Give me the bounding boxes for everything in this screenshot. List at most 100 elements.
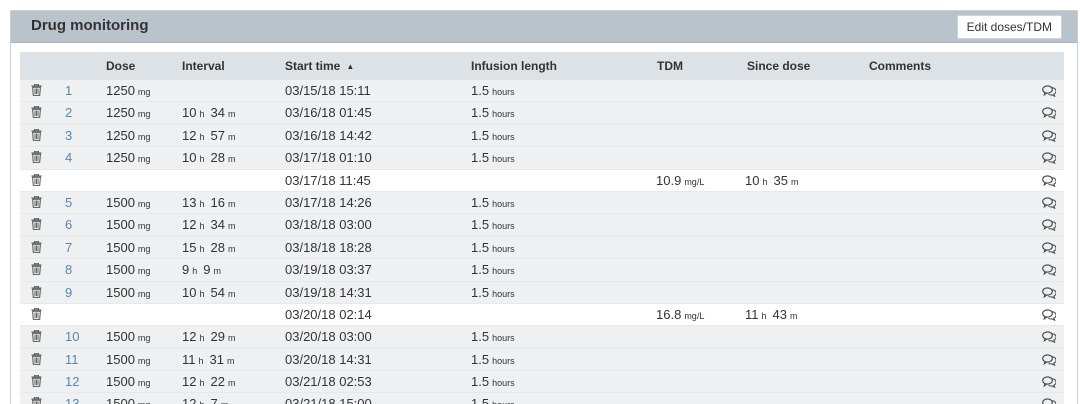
dose-number-link[interactable]: 3 [65, 128, 72, 143]
infusion-unit: hours [492, 131, 515, 142]
infusion-amount: 1.5 [471, 127, 490, 143]
tdm-level: 10.9 [656, 172, 682, 188]
edit-doses-tdm-button[interactable]: Edit doses/TDM [956, 15, 1062, 39]
tdm-value: 10.9 mg/L [656, 173, 710, 188]
dose-value: 1500mg [106, 195, 156, 210]
comment-icon[interactable] [1042, 354, 1057, 369]
interval-minutes: 31 [209, 351, 224, 367]
comment-icon[interactable] [1042, 219, 1057, 234]
interval-minutes: 34 [210, 217, 225, 233]
col-since-dose[interactable]: Since dose [747, 59, 810, 73]
dose-unit: mg [137, 355, 151, 366]
trash-icon[interactable] [31, 218, 42, 233]
dose-value: 1500mg [106, 217, 156, 232]
dose-unit: mg [137, 87, 151, 97]
comment-icon[interactable] [1042, 174, 1057, 190]
dose-number-link[interactable]: 11 [65, 352, 79, 367]
trash-icon[interactable] [31, 173, 42, 189]
interval-minutes: 9 [203, 262, 211, 278]
table-body: 1 1250 mg 03/15/18 15:11 1.5 hours 2 1250 mg 10 h 3… [20, 80, 1064, 404]
trash-icon[interactable] [31, 195, 42, 211]
trash-icon[interactable] [31, 128, 42, 144]
trash-icon[interactable] [31, 330, 42, 345]
interval-minutes: 7 [210, 396, 218, 404]
trash-icon[interactable] [31, 352, 42, 368]
comment-icon[interactable] [1042, 286, 1057, 302]
trash-icon[interactable] [31, 106, 42, 121]
comment-icon[interactable] [1042, 197, 1057, 212]
comment-icon[interactable] [1042, 242, 1057, 257]
interval-minutes: 54 [210, 284, 225, 300]
interval-minutes: 29 [210, 329, 225, 345]
infusion-length-value: 1.5hours [471, 128, 521, 143]
col-tdm[interactable]: TDM [657, 59, 683, 73]
since-hours: 11 [745, 306, 759, 322]
interval-hours: 12 [182, 396, 197, 404]
start-time-value: 03/17/18 14:26 [285, 194, 372, 210]
col-start-time[interactable]: Start time ▲ [285, 59, 354, 73]
trash-icon[interactable] [31, 240, 42, 256]
start-time-value: 03/20/18 02:14 [285, 306, 372, 322]
dose-number-link[interactable]: 10 [65, 329, 79, 344]
dose-number-link[interactable]: 1 [65, 83, 72, 98]
dose-number-link[interactable]: 8 [65, 262, 72, 277]
dose-number-link[interactable]: 4 [65, 150, 72, 165]
comment-icon[interactable] [1042, 107, 1057, 122]
dose-value: 1500mg [106, 329, 156, 344]
infusion-amount: 1.5 [471, 374, 490, 390]
infusion-length-value: 1.5hours [471, 83, 521, 98]
dose-number-link[interactable]: 5 [65, 195, 72, 210]
infusion-amount: 1.5 [471, 262, 490, 278]
comment-icon[interactable] [1042, 309, 1057, 324]
dose-row: 1 1250 mg 03/15/18 15:11 1.5 hours [20, 80, 1064, 103]
comment-icon[interactable] [1042, 376, 1057, 391]
start-time-value: 03/19/18 14:31 [285, 284, 372, 300]
dose-number-link[interactable]: 7 [65, 240, 72, 255]
infusion-amount: 1.5 [471, 83, 490, 98]
trash-icon[interactable] [31, 83, 42, 99]
trash-icon[interactable] [31, 285, 42, 301]
infusion-unit: hours [492, 288, 515, 299]
interval-value: 12 h 22 m [182, 374, 236, 390]
panel-header: Drug monitoring Edit doses/TDM [11, 11, 1077, 43]
dose-number-link[interactable]: 12 [65, 374, 79, 389]
dose-unit: mg [137, 333, 151, 344]
comment-icon[interactable] [1042, 398, 1057, 404]
tdm-unit: mg/L [684, 176, 705, 187]
dose-value: 1500mg [106, 352, 156, 367]
dose-unit: mg [138, 400, 151, 404]
col-dose[interactable]: Dose [106, 59, 135, 73]
trash-icon[interactable] [31, 397, 42, 404]
comment-icon[interactable] [1042, 130, 1057, 145]
col-infusion-length[interactable]: Infusion length [471, 59, 557, 73]
trash-icon[interactable] [31, 151, 42, 166]
dose-value: 1250 mg [106, 83, 156, 98]
dose-number-link[interactable]: 13 [65, 396, 79, 404]
comment-icon[interactable] [1042, 152, 1057, 167]
dose-number-link[interactable]: 6 [65, 217, 72, 232]
trash-icon[interactable] [31, 262, 42, 278]
interval-hours: 12 [182, 217, 197, 233]
interval-value: 13 h 16 m [182, 194, 236, 210]
col-interval[interactable]: Interval [182, 59, 225, 73]
dose-unit: mg [137, 221, 151, 232]
dose-value: 1500mg [106, 285, 156, 300]
dose-number-link[interactable]: 2 [65, 105, 72, 120]
infusion-length-value: 1.5hours [471, 217, 521, 232]
tdm-value: 16.8 mg/L [656, 307, 710, 322]
col-comments[interactable]: Comments [869, 59, 931, 73]
interval-minutes: 34 [210, 105, 225, 121]
comment-icon[interactable] [1042, 85, 1057, 100]
interval-minutes: 28 [210, 239, 225, 255]
trash-icon[interactable] [31, 307, 42, 323]
dose-number-link[interactable]: 9 [65, 285, 72, 300]
dose-amount: 1500 [106, 262, 135, 278]
comment-icon[interactable] [1042, 264, 1057, 279]
dose-amount: 1500 [106, 239, 135, 255]
tdm-row: 03/20/18 02:14 16.8 mg/L 11 h 43 m [20, 303, 1064, 327]
infusion-unit: hours [492, 333, 515, 344]
dose-row: 7 1500 mg 15 h 28 m 03/18/18 18:28 1.5 hours [20, 236, 1064, 260]
dose-unit: mg [137, 109, 151, 120]
comment-icon[interactable] [1042, 331, 1057, 346]
trash-icon[interactable] [31, 374, 42, 390]
